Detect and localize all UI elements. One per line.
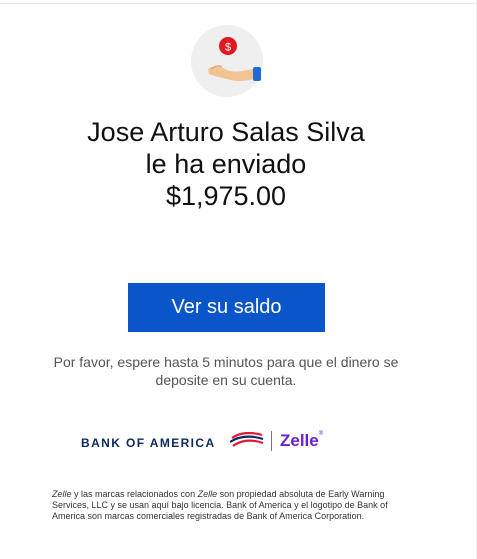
hand-palm (208, 66, 254, 82)
brand-divider (271, 431, 272, 451)
coin-symbol: $ (225, 42, 231, 54)
bank-of-america-logo: BANK OF AMERICA (81, 436, 216, 450)
transfer-amount: $1,975.00 (165, 181, 287, 211)
sleeve-cuff (253, 67, 261, 81)
sent-verb: le ha enviado (145, 149, 307, 179)
hand-receiving-coin-icon: $ (191, 25, 263, 97)
hero-illustration: $ (208, 37, 261, 82)
boa-flag-logo-icon (229, 431, 264, 453)
brand-logos: BANK OF AMERICA Zelle® (80, 426, 340, 456)
sender-name: Jose Arturo Salas Silva (87, 117, 365, 147)
deposit-notice: Por favor, espere hasta 5 minutos para q… (53, 354, 399, 388)
zelle-logo: Zelle® (280, 431, 324, 450)
view-balance-button[interactable]: Ver su saldo (128, 283, 325, 332)
transfer-headline: Jose Arturo Salas Silva le ha enviado $1… (0, 116, 452, 212)
legal-disclaimer: Zelle y las marcas relacionados con Zell… (52, 489, 388, 521)
top-divider (0, 3, 477, 4)
